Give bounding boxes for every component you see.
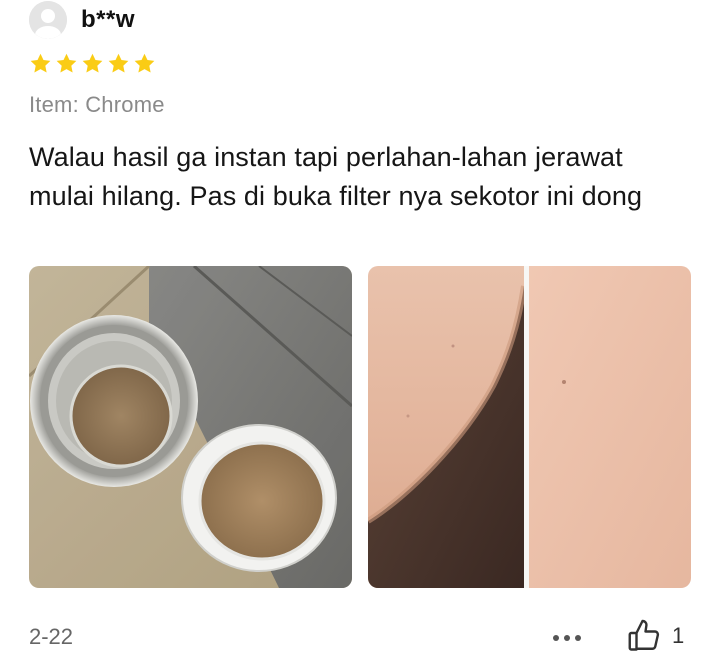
star-icon (29, 52, 52, 75)
reviewer-name[interactable]: b**w (81, 6, 135, 34)
item-variant: Item: Chrome (29, 92, 165, 117)
more-options-icon (553, 635, 581, 641)
star-icon (55, 52, 78, 75)
photo-skin-before-after-icon (368, 266, 691, 588)
review-date: 2-22 (29, 624, 74, 649)
like-button[interactable]: 1 (626, 618, 684, 654)
review-photo-2[interactable] (368, 266, 691, 588)
star-rating (29, 52, 156, 75)
review-text: Walau hasil ga instan tapi perlahan-laha… (29, 142, 643, 211)
photo-shower-filter-icon (29, 266, 352, 588)
reviewer-header: b**w (29, 0, 135, 40)
review-card: b**w Item: Chrome Walau hasil ga instan … (0, 0, 720, 669)
more-options-button[interactable] (550, 623, 584, 653)
star-icon (107, 52, 130, 75)
star-icon (81, 52, 104, 75)
review-photo-1[interactable] (29, 266, 352, 588)
like-count: 1 (672, 623, 685, 648)
thumbs-up-icon (628, 619, 660, 651)
star-icon (133, 52, 156, 75)
default-user-avatar-icon (29, 1, 67, 39)
avatar[interactable] (29, 1, 67, 39)
